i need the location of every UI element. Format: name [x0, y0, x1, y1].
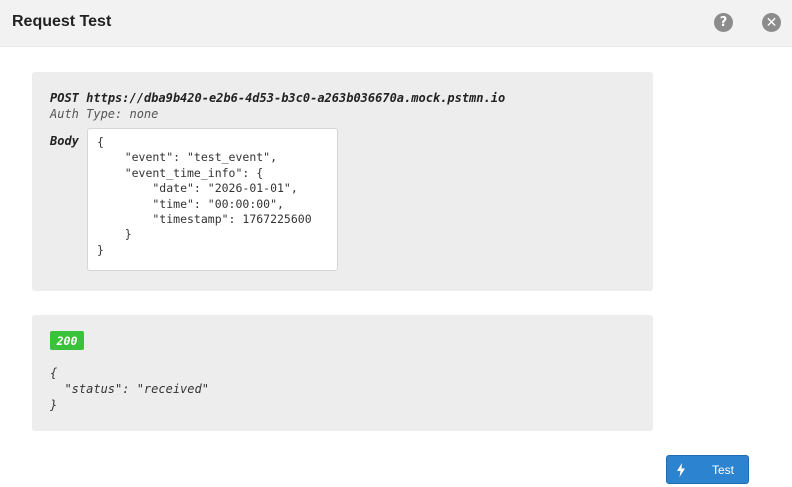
- request-body-box: { "event": "test_event", "event_time_inf…: [87, 128, 338, 271]
- question-circle-icon[interactable]: ?: [714, 13, 733, 32]
- response-panel: 200 { "status": "received" }: [32, 315, 653, 431]
- auth-type: Auth Type: none: [50, 107, 159, 121]
- request-panel: POST https://dba9b420-e2b6-4d53-b3c0-a26…: [32, 72, 653, 291]
- status-badge: 200: [50, 331, 84, 350]
- dialog-title: Request Test: [12, 13, 112, 30]
- request-method: POST: [50, 91, 79, 105]
- test-button-label: Test: [712, 463, 735, 477]
- body-label: Body: [50, 134, 79, 148]
- lightning-bolt-icon: [677, 463, 685, 477]
- request-line: POST https://dba9b420-e2b6-4d53-b3c0-a26…: [50, 91, 505, 105]
- request-url: https://dba9b420-e2b6-4d53-b3c0-a263b036…: [86, 91, 506, 105]
- test-button[interactable]: Test: [666, 455, 749, 484]
- close-circle-icon[interactable]: ✕: [762, 13, 781, 32]
- response-body: { "status": "received" }: [50, 366, 209, 412]
- request-body: { "event": "test_event", "event_time_inf…: [97, 135, 312, 257]
- dialog-header: Request Test ? ✕: [0, 0, 792, 47]
